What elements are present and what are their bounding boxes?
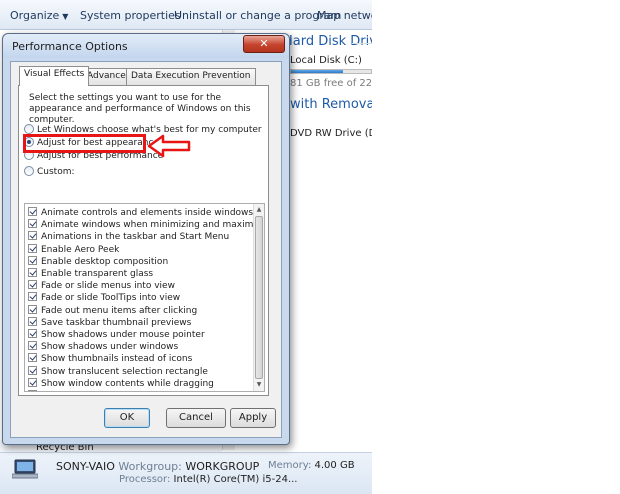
chevron-down-icon: ▼ <box>62 12 69 21</box>
performance-options-dialog: Performance Options ✕ Visual Effects Adv… <box>2 33 290 445</box>
computer-name: SONY-VAIO <box>56 460 115 473</box>
effect-item[interactable]: Show translucent selection rectangle <box>28 365 208 378</box>
effect-label: Show translucent selection rectangle <box>41 366 208 377</box>
dialog-body: Visual Effects Advanced Data Execution P… <box>10 61 282 438</box>
effect-item[interactable]: Animate windows when minimizing and maxi… <box>28 219 265 231</box>
checkbox[interactable] <box>28 255 37 265</box>
close-icon: ✕ <box>259 37 269 50</box>
effect-label: Slide open combo boxes <box>41 391 151 392</box>
effect-label: Show shadows under mouse pointer <box>41 330 205 340</box>
close-button[interactable]: ✕ <box>243 35 285 53</box>
checkbox[interactable] <box>28 243 37 253</box>
effect-label: Enable Aero Peek <box>41 244 120 255</box>
checkbox[interactable] <box>28 329 37 338</box>
effect-item[interactable]: Show thumbnails instead of icons <box>28 353 192 365</box>
apply-button[interactable]: Apply <box>230 408 276 428</box>
hard-disk-group-header: Hard Disk Drives (2) <box>283 34 372 49</box>
list-scrollbar[interactable]: ▲ ▼ <box>253 204 264 391</box>
scroll-down-icon[interactable]: ▼ <box>254 379 264 391</box>
radio-custom[interactable]: Custom: <box>24 166 75 177</box>
effect-item[interactable]: Slide open combo boxes <box>28 390 151 392</box>
effect-label: Fade out menu items after clicking <box>41 305 198 316</box>
tab-data-execution-prevention[interactable]: Data Execution Prevention <box>126 68 256 85</box>
disk-free-space: 81 GB free of 229 GB <box>290 78 372 89</box>
dialog-titlebar[interactable]: Performance Options ✕ <box>3 34 289 58</box>
radio-label: Custom: <box>37 167 75 177</box>
radio-button[interactable] <box>24 124 34 134</box>
workgroup-value: WORKGROUP <box>185 460 260 473</box>
local-disk-c[interactable]: Local Disk (C:) <box>290 55 362 66</box>
group-divider <box>352 43 372 44</box>
workgroup-label: Workgroup: <box>118 460 182 473</box>
map-network-button[interactable]: Map network <box>317 9 372 22</box>
checkbox[interactable] <box>28 231 37 241</box>
effect-item[interactable]: Enable Aero Peek <box>28 243 120 256</box>
effect-item[interactable]: Fade or slide menus into view <box>28 280 175 292</box>
organize-button[interactable]: Organize ▼ <box>10 9 68 22</box>
details-pane <box>0 452 372 494</box>
visual-effects-panel: Select the settings you want to use for … <box>18 85 269 396</box>
effect-item[interactable]: Show shadows under windows <box>28 341 178 353</box>
effect-item[interactable]: Save taskbar thumbnail previews <box>28 316 192 329</box>
effect-item[interactable]: Show window contents while dragging <box>28 377 214 390</box>
scroll-up-icon[interactable]: ▲ <box>254 204 264 216</box>
checkbox[interactable] <box>28 353 37 363</box>
memory-label: Memory: <box>268 460 312 471</box>
effect-label: Show window contents while dragging <box>41 378 214 389</box>
checkbox[interactable] <box>28 365 37 375</box>
checkbox[interactable] <box>28 280 37 290</box>
explorer-toolbar: Organize ▼ System properties Uninstall or… <box>0 0 372 30</box>
checkbox[interactable] <box>28 390 37 391</box>
memory-value: 4.00 GB <box>314 460 355 471</box>
checkbox[interactable] <box>28 304 37 314</box>
effect-item[interactable]: Enable transparent glass <box>28 268 153 280</box>
highlight-box <box>23 134 146 153</box>
removable-group-header: with Removable <box>290 97 372 112</box>
dvd-drive-d[interactable]: DVD RW Drive (D:) <box>290 128 372 139</box>
computer-icon <box>12 459 38 479</box>
checkbox[interactable] <box>28 316 37 326</box>
effect-label: Fade or slide menus into view <box>41 281 175 292</box>
processor-label: Processor: <box>119 474 171 485</box>
effect-label: Show thumbnails instead of icons <box>41 354 193 365</box>
system-properties-button[interactable]: System properties <box>80 9 181 22</box>
checkbox[interactable] <box>28 268 37 277</box>
description-text: Select the settings you want to use for … <box>29 93 251 125</box>
checkbox[interactable] <box>28 219 37 229</box>
effect-label: Animate controls and elements inside win… <box>41 208 254 218</box>
effect-item[interactable]: Animations in the taskbar and Start Menu <box>28 231 229 243</box>
checkbox[interactable] <box>28 377 37 387</box>
effect-label: Enable desktop composition <box>41 256 169 267</box>
checkbox[interactable] <box>28 207 37 216</box>
tab-visual-effects[interactable]: Visual Effects <box>19 66 90 86</box>
effect-label: Save taskbar thumbnail previews <box>41 317 192 328</box>
visual-effects-list: Animate controls and elements inside win… <box>24 203 265 392</box>
effect-item[interactable]: Animate controls and elements inside win… <box>28 207 253 219</box>
effect-item[interactable]: Fade out menu items after clicking <box>28 304 198 317</box>
radio-button[interactable] <box>24 166 34 176</box>
memory-info: Memory: 4.00 GB <box>268 460 355 471</box>
processor-info: Processor: Intel(R) Core(TM) i5-24... <box>119 474 298 485</box>
cancel-button[interactable]: Cancel <box>166 408 226 428</box>
computer-summary: SONY-VAIO Workgroup: WORKGROUP <box>56 460 259 473</box>
effect-label: Fade or slide ToolTips into view <box>41 293 181 304</box>
effect-label: Animate windows when minimizing and maxi… <box>41 220 265 231</box>
disk-usage-bar <box>290 69 372 74</box>
checkbox[interactable] <box>28 292 37 302</box>
effect-label: Show shadows under windows <box>41 342 179 353</box>
processor-value: Intel(R) Core(TM) i5-24... <box>173 474 298 485</box>
effect-item[interactable]: Show shadows under mouse pointer <box>28 329 205 341</box>
checkbox[interactable] <box>28 341 37 351</box>
dialog-title: Performance Options <box>12 40 128 53</box>
effect-label: Animations in the taskbar and Start Menu <box>41 232 230 243</box>
scroll-thumb[interactable] <box>255 216 263 379</box>
ok-button[interactable]: OK <box>104 408 150 428</box>
arrow-left-icon <box>147 134 191 158</box>
disk-usage-fill <box>291 70 343 73</box>
effect-item[interactable]: Fade or slide ToolTips into view <box>28 292 180 304</box>
effect-label: Enable transparent glass <box>41 269 154 279</box>
effect-item[interactable]: Enable desktop composition <box>28 255 169 268</box>
